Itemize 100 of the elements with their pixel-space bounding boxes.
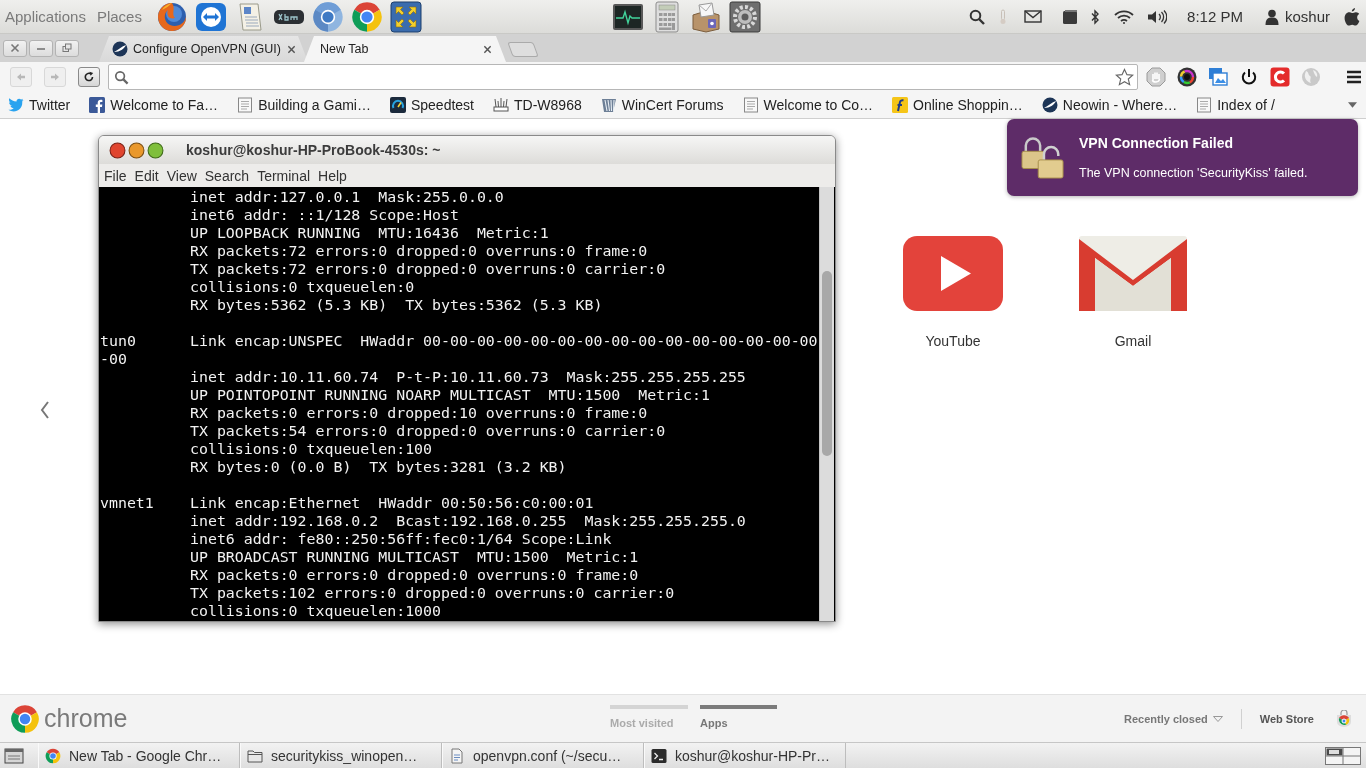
minimize-button[interactable] [29, 39, 53, 57]
teamviewer-icon[interactable] [194, 0, 227, 33]
user-name[interactable]: koshur [1284, 8, 1330, 25]
chevron-left-icon[interactable] [40, 401, 50, 419]
terminal-line: inet6 addr: ::1/128 Scope:Host [190, 206, 459, 224]
page-tab[interactable]: Apps [700, 705, 777, 729]
search-icon[interactable] [969, 8, 986, 25]
terminal-line: RX bytes:5362 (5.3 KB) TX bytes:5362 (5.3 KB) [190, 296, 603, 314]
swoosh-favicon-icon [112, 41, 128, 57]
router-icon [493, 97, 509, 113]
store-bag-icon[interactable] [1336, 709, 1352, 728]
scrollbar[interactable] [819, 187, 834, 621]
bluetooth-icon[interactable] [1090, 8, 1101, 25]
f-square-icon [89, 97, 106, 113]
taskbar-item[interactable]: New Tab - Google Chr… [38, 743, 240, 768]
app-tile[interactable]: YouTube [903, 236, 1003, 349]
bookmark[interactable]: Speedtest [389, 97, 474, 113]
chrome-icon[interactable] [350, 0, 383, 33]
terminal-line: TX packets:54 errors:0 dropped:0 overruns:0 carrier:0 [190, 422, 666, 440]
folder-icon [247, 747, 263, 764]
browser-tab[interactable]: Configure OpenVPN (GUI) [99, 36, 308, 62]
terminal-line: UP LOOPBACK RUNNING MTU:16436 Metric:1 [190, 224, 549, 242]
bookmark[interactable]: Building a Gami… [237, 97, 371, 113]
terminal-line: collisions:0 txqueuelen:0 [190, 278, 415, 296]
gear-icon[interactable] [728, 0, 761, 33]
firefox-icon[interactable] [155, 0, 188, 33]
page-icon [1196, 97, 1213, 113]
bookmark[interactable]: Index of / [1196, 97, 1275, 113]
browser-tab[interactable]: New Tab [304, 36, 506, 62]
terminal-line: inet6 addr: fe80::250:56ff:fec0:1/64 Scope:Link [190, 530, 612, 548]
address-field[interactable] [108, 64, 1138, 90]
bird-icon [8, 97, 24, 113]
menu-item[interactable]: View [166, 167, 197, 184]
maximize-icon[interactable] [147, 141, 164, 159]
terminal-line: TX packets:102 errors:0 dropped:0 overruns:0 carrier:0 [190, 584, 675, 602]
taskbar-item[interactable]: securitykiss_winopen… [240, 743, 442, 768]
web-store-link[interactable]: Web Store [1259, 712, 1314, 725]
terminal-line: inet addr:192.168.0.2 Bcast:192.168.0.255 Mask:255.255.255.0 [190, 512, 746, 530]
bookmark[interactable]: Welcome to Fa… [89, 97, 219, 113]
bookmark[interactable]: WinCert Forums [600, 97, 724, 113]
pictures-icon[interactable] [1208, 67, 1228, 87]
terminal-line: Link encap:UNSPEC HWaddr 00-00-00-00-00-00-00-00-00-00-00-00-00-00-00 [190, 332, 818, 350]
bookmark[interactable]: Online Shoppin… [892, 97, 1023, 113]
bookmark[interactable]: Twitter [8, 97, 71, 113]
taskbar-item[interactable]: openvpn.conf (~/secu… [442, 743, 644, 768]
minimize-icon[interactable] [128, 141, 145, 159]
person-icon[interactable] [1264, 8, 1279, 25]
terminal-line: TX packets:72 errors:0 dropped:0 overruns:0 carrier:0 [190, 260, 666, 278]
bookmark[interactable]: Neowin - Where… [1041, 97, 1178, 113]
menu-item[interactable]: Search [204, 167, 250, 184]
bookmark[interactable]: TD-W8968 [493, 97, 582, 113]
menu-icon[interactable] [1346, 70, 1362, 84]
restore-button[interactable] [55, 39, 79, 57]
stop-hand-icon[interactable] [1146, 67, 1166, 87]
c-logo-icon[interactable] [1270, 67, 1290, 87]
chromium-icon[interactable] [311, 0, 344, 33]
menu-item[interactable]: Help [318, 167, 347, 184]
desktop-icon[interactable] [4, 747, 24, 764]
mail-icon[interactable] [1024, 10, 1043, 23]
color-wheel-icon[interactable] [1177, 67, 1197, 87]
close-icon[interactable] [109, 141, 126, 159]
bookmark[interactable]: Welcome to Co… [742, 97, 874, 113]
padlocks-icon [1021, 136, 1065, 179]
clock[interactable]: 8:12 PM [1187, 8, 1243, 25]
window-title: koshur@koshur-HP-ProBook-4530s: ~ [186, 142, 441, 158]
gauge-icon [389, 97, 406, 113]
package-icon[interactable] [689, 0, 722, 33]
terminal-line: UP BROADCAST RUNNING MULTICAST MTU:1500 Metric:1 [190, 548, 639, 566]
reload-button[interactable] [78, 67, 100, 87]
close-icon[interactable] [287, 44, 296, 54]
envelope-icon [1079, 236, 1187, 311]
panel-menu[interactable]: Applications [5, 8, 86, 25]
restore-icon [62, 43, 72, 53]
interface-name: tun0 [100, 332, 137, 350]
apple-icon[interactable] [1344, 7, 1360, 26]
terminal-line: collisions:0 txqueuelen:100 [190, 440, 433, 458]
workspace-switcher-icon[interactable] [1325, 746, 1361, 765]
scrollbar-thumb[interactable] [822, 271, 832, 456]
wifi-icon[interactable] [1114, 9, 1135, 24]
close-icon[interactable] [483, 44, 492, 54]
app-tile[interactable]: Gmail [1079, 236, 1187, 349]
terminal-icon [651, 747, 667, 764]
window-indicator-icon[interactable] [1062, 8, 1079, 25]
play-icon [903, 236, 1003, 311]
notification-message: The VPN connection 'SecurityKiss' failed. [1079, 166, 1308, 180]
stripes-icon [600, 97, 617, 113]
star-icon[interactable] [1115, 67, 1134, 87]
close-button[interactable] [3, 39, 27, 57]
menu-item[interactable]: Terminal [257, 167, 311, 184]
terminal-line: inet addr:127.0.0.1 Mask:255.0.0.0 [190, 188, 504, 206]
volume-icon[interactable] [1147, 8, 1168, 25]
recently-closed-menu[interactable]: Recently closed [1124, 712, 1223, 725]
interface-name: vmnet1 [100, 494, 155, 512]
caret-icon[interactable] [1348, 102, 1357, 108]
caret-icon [1212, 715, 1223, 722]
menu-item[interactable]: Edit [134, 167, 159, 184]
power-icon[interactable] [1239, 67, 1259, 87]
taskbar-item[interactable]: koshur@koshur-HP-Pr… [644, 743, 846, 768]
vm-arrows-icon[interactable] [389, 0, 422, 33]
menu-item[interactable]: File [104, 167, 127, 184]
